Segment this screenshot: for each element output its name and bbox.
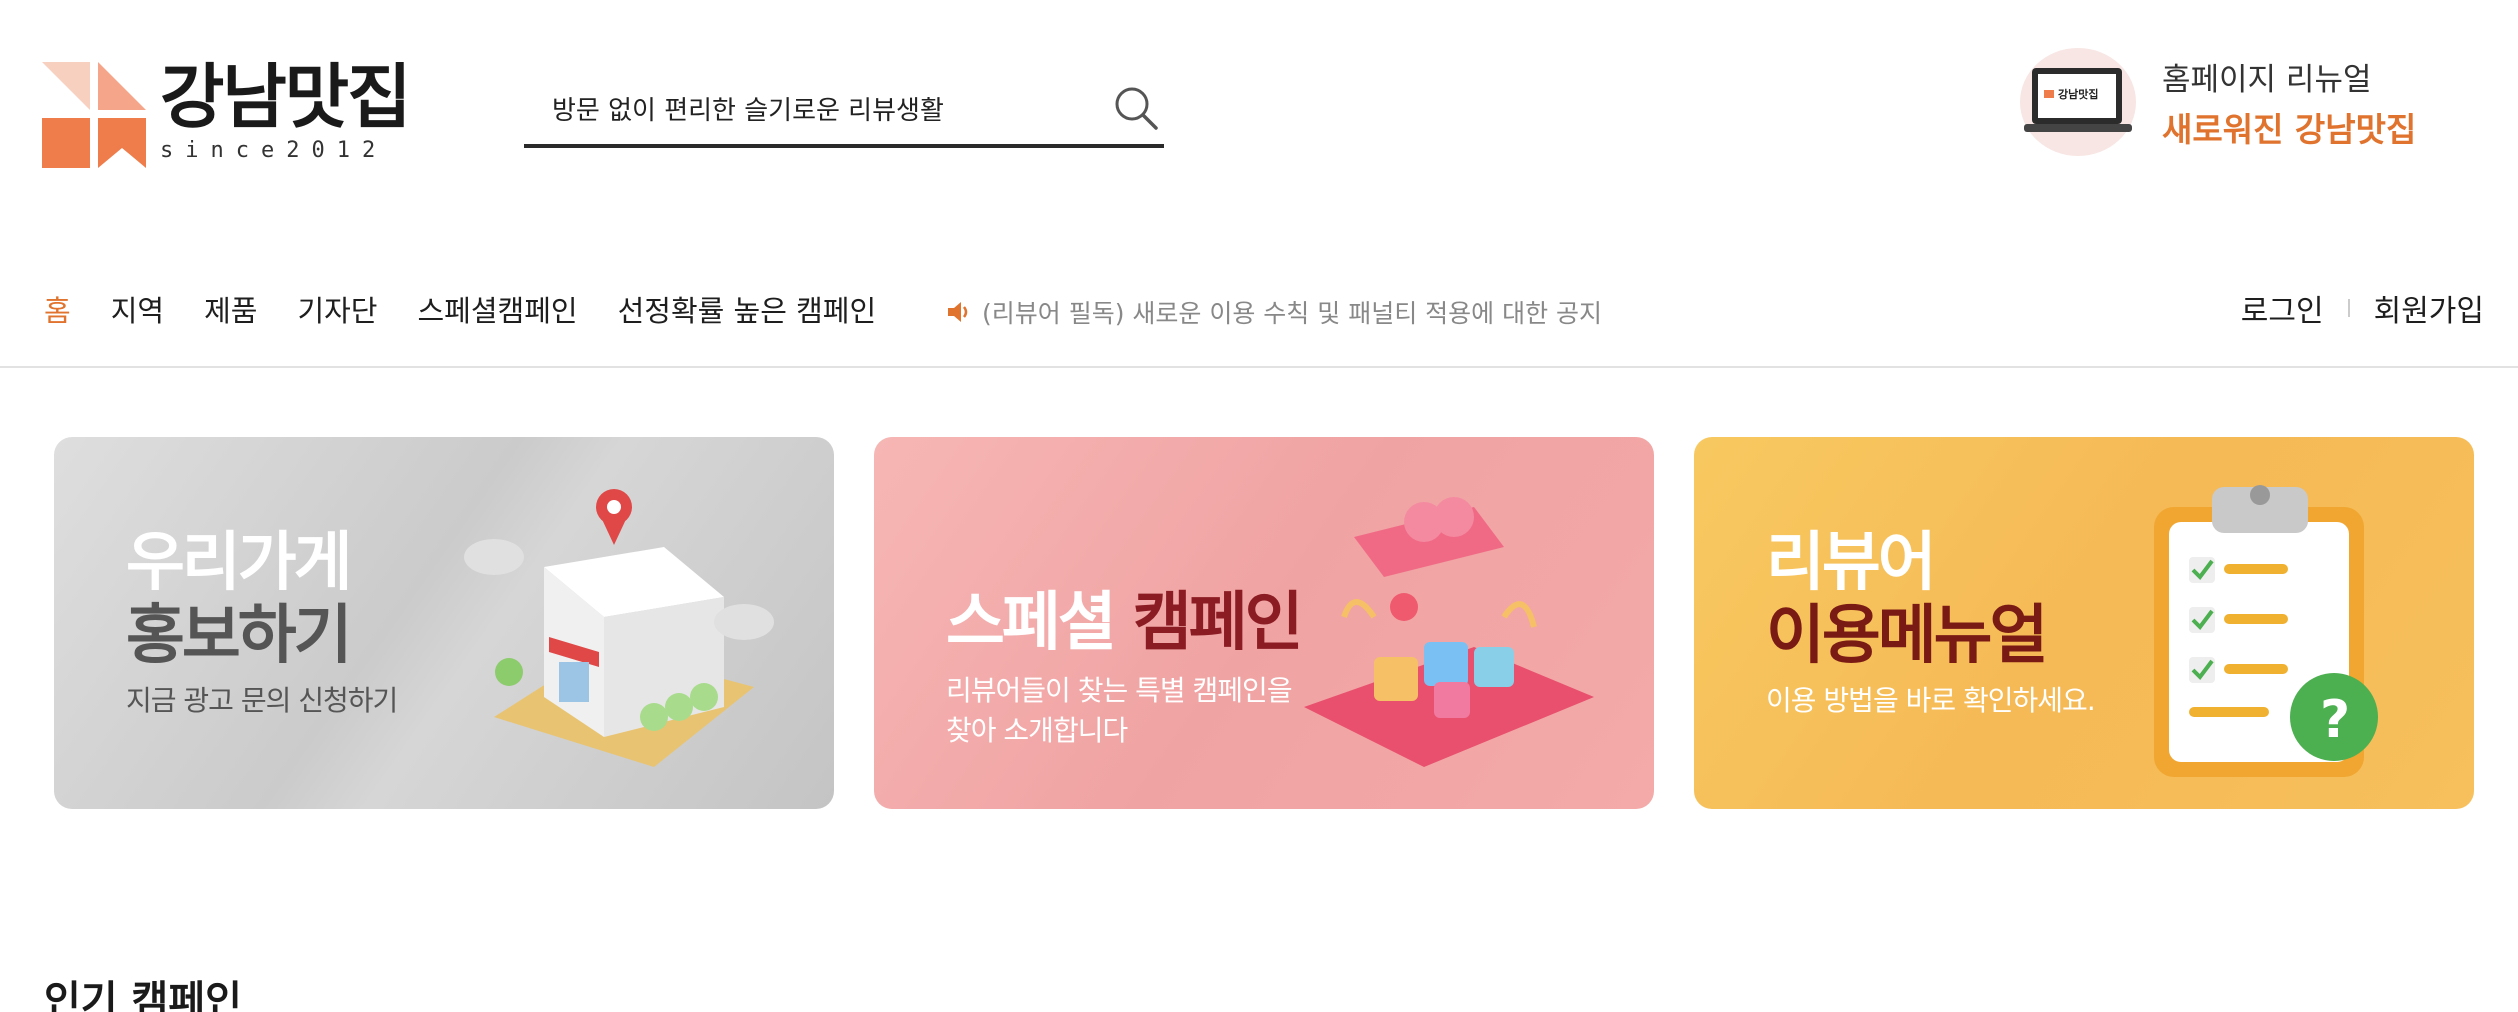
promo-title: 홈페이지 리뉴얼 [2162, 61, 2372, 98]
notice-text: (리뷰어 필독) 새로운 이용 수칙 및 패널티 적용에 대한 공지 [982, 299, 1603, 328]
nav-item-home[interactable]: 홈 [44, 288, 71, 330]
search-bar [524, 72, 1164, 148]
nav-item-special-campaign[interactable]: 스페셜캠페인 [417, 288, 577, 330]
banner-store-promotion[interactable]: 우리가게 홍보하기 지금 광고 문의 신청하기 [54, 437, 834, 809]
banner-subtitle: 지금 광고 문의 신청하기 [126, 683, 398, 717]
nav-divider [0, 366, 2518, 368]
clipboard-checklist-illustration-icon: ? [2094, 467, 2434, 787]
gift-box-illustration-icon [1274, 467, 1614, 787]
login-link[interactable]: 로그인 [2241, 286, 2324, 330]
logo-mark-icon [42, 62, 148, 168]
banner-title: 스페셜 캠페인 [946, 586, 1304, 661]
search-input[interactable] [524, 93, 1084, 123]
banner-reviewer-manual[interactable]: 리뷰어 이용메뉴얼 이용 방법을 바로 확인하세요. ? [1694, 437, 2474, 809]
logo[interactable]: 강남맛집 since2012 [42, 56, 412, 168]
logo-subtitle: since2012 [160, 138, 388, 163]
banner-special-campaign[interactable]: 스페셜 캠페인 리뷰어들이 찾는 특별 캠페인을 찾아 소개합니다 [874, 437, 1654, 809]
promo-subtitle: 새로워진 강남맛집 [2162, 109, 2417, 149]
laptop-icon: 강남맛집 [2020, 48, 2136, 156]
banner-subtitle: 리뷰어들이 찾는 특별 캠페인을 [946, 673, 1293, 707]
banner-subtitle-second: 찾아 소개합니다 [946, 714, 1128, 748]
notice-ticker[interactable]: (리뷰어 필독) 새로운 이용 수칙 및 패널티 적용에 대한 공지 [946, 294, 1602, 330]
speaker-icon [946, 299, 972, 325]
search-icon[interactable] [1112, 84, 1160, 132]
banner-title: 우리가게 [126, 526, 353, 600]
section-title-popular-campaigns: 인기 캠페인 [44, 978, 242, 1012]
auth-links: 로그인 회원가입 [2241, 286, 2484, 330]
banner-title-second: 홍보하기 [126, 598, 353, 673]
banner-title-main: 스페셜 [946, 586, 1117, 660]
nav-item-product[interactable]: 제품 [204, 288, 257, 330]
nav-item-region[interactable]: 지역 [111, 288, 164, 330]
svg-text:?: ? [2320, 690, 2350, 750]
main-nav: 홈 지역 제품 기자단 스페셜캠페인 선정확률 높은 캠페인 [44, 288, 916, 330]
renewal-promo[interactable]: 강남맛집 홈페이지 리뉴얼 새로워진 강남맛집 [2020, 48, 2416, 156]
signup-link[interactable]: 회원가입 [2374, 286, 2484, 330]
banner-title-second: 이용메뉴얼 [1766, 598, 2048, 673]
banner-title: 리뷰어 [1766, 526, 1937, 600]
nav-item-high-chance-campaign[interactable]: 선정확률 높은 캠페인 [618, 288, 877, 330]
nav-item-reporter[interactable]: 기자단 [297, 288, 377, 330]
auth-divider [2347, 299, 2350, 317]
laptop-screen-text: 강남맛집 [2058, 87, 2098, 101]
banner-subtitle: 이용 방법을 바로 확인하세요. [1766, 683, 2096, 717]
store-megaphone-illustration-icon [454, 467, 794, 787]
logo-title: 강남맛집 [160, 56, 412, 138]
